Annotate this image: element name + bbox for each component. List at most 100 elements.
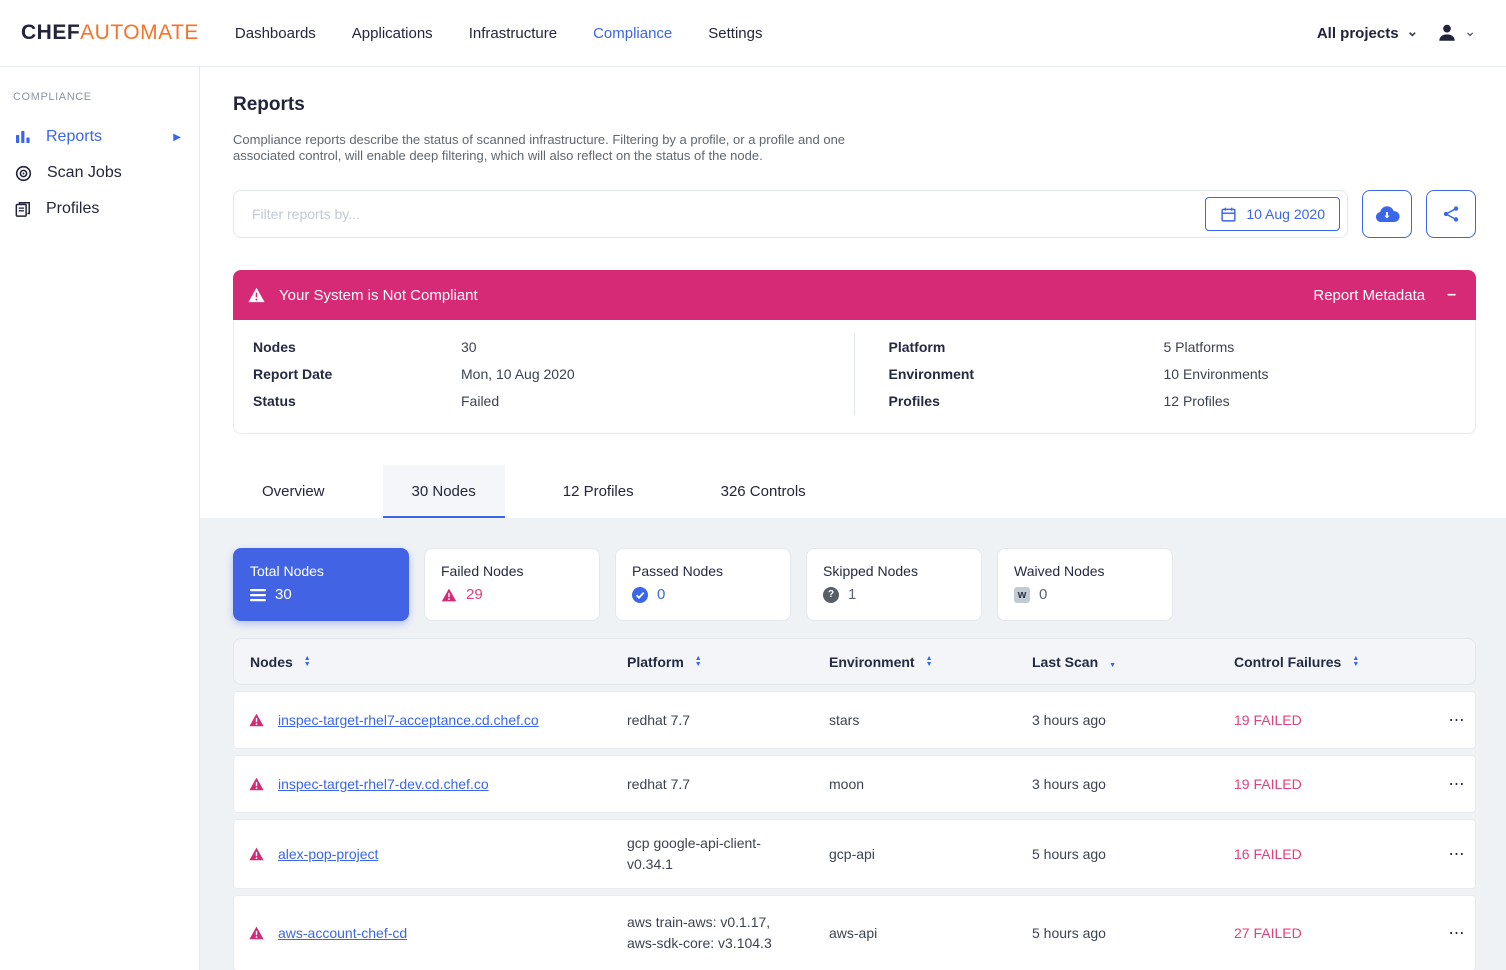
chevron-down-icon: ⌄ — [1407, 24, 1419, 38]
logo-chef-text: CHEF — [21, 21, 80, 44]
sort-last-scan-control[interactable]: ▼ — [1109, 663, 1116, 669]
waived-w-icon: w — [1014, 587, 1030, 603]
sidebar-section-label: COMPLIANCE — [13, 91, 199, 103]
table-row: aws-account-chef-cd aws train-aws: v0.1.… — [233, 895, 1476, 970]
sidebar-item-label: Reports — [46, 128, 158, 146]
sort-desc-icon: ▼ — [304, 662, 311, 668]
metadata-row: Platform 5 Platforms — [889, 334, 1476, 361]
non-compliant-banner: Your System is Not Compliant Report Meta… — [233, 270, 1476, 320]
radar-icon — [15, 165, 32, 182]
card-value: 0 — [1039, 586, 1047, 603]
tab-nodes[interactable]: 30 Nodes — [383, 465, 505, 518]
tab-profiles[interactable]: 12 Profiles — [534, 465, 663, 518]
failed-warning-icon — [249, 713, 264, 727]
metadata-value: 30 — [461, 334, 477, 361]
page-title: Reports — [233, 94, 1476, 116]
profiles-documents-icon — [15, 201, 31, 217]
metadata-value: 10 Environments — [1164, 361, 1269, 388]
node-link[interactable]: inspec-target-rhel7-dev.cd.chef.co — [278, 776, 627, 792]
column-header-label: Last Scan — [1032, 654, 1098, 670]
failed-warning-icon — [249, 926, 264, 940]
metadata-label: Profiles — [889, 388, 1164, 415]
sort-nodes-control[interactable]: ▲ ▼ — [304, 656, 311, 668]
waived-nodes-card[interactable]: Waived Nodes w 0 — [997, 548, 1173, 621]
download-report-button[interactable] — [1362, 190, 1412, 238]
sidebar-item-profiles[interactable]: Profiles — [13, 191, 199, 227]
cell-platform: aws train-aws: v0.1.17, aws-sdk-core: v3… — [627, 912, 829, 954]
nav-applications[interactable]: Applications — [352, 25, 433, 42]
nav-settings[interactable]: Settings — [708, 25, 762, 42]
sidebar-item-reports[interactable]: Reports ▶ — [13, 119, 199, 155]
report-metadata-label[interactable]: Report Metadata — [1313, 287, 1425, 304]
filter-container: 10 Aug 2020 — [233, 190, 1348, 238]
user-icon — [1436, 22, 1458, 44]
sort-failures-control[interactable]: ▲ ▼ — [1352, 656, 1359, 668]
card-label: Passed Nodes — [632, 563, 774, 579]
nav-dashboards[interactable]: Dashboards — [235, 25, 316, 42]
share-report-button[interactable] — [1426, 190, 1476, 238]
column-header-environment: Environment ▲ ▼ — [829, 654, 1032, 670]
metadata-label: Status — [253, 388, 461, 415]
column-header-platform: Platform ▲ ▼ — [627, 654, 829, 670]
warning-triangle-icon — [248, 287, 265, 303]
skipped-nodes-card[interactable]: Skipped Nodes ? 1 — [806, 548, 982, 621]
failed-nodes-card[interactable]: Failed Nodes 29 — [424, 548, 600, 621]
nodes-table: Nodes ▲ ▼ Platform ▲ ▼ E — [233, 638, 1476, 970]
cell-last-scan: 3 hours ago — [1032, 776, 1234, 792]
cell-platform: redhat 7.7 — [627, 774, 829, 795]
passed-nodes-card[interactable]: Passed Nodes 0 — [615, 548, 791, 621]
user-menu[interactable]: ⌄ — [1436, 22, 1476, 44]
projects-dropdown[interactable]: All projects ⌄ — [1317, 25, 1418, 42]
nav-compliance[interactable]: Compliance — [593, 25, 672, 42]
row-actions-menu-icon[interactable]: ⋯ — [1439, 923, 1475, 943]
sort-environment-control[interactable]: ▲ ▼ — [926, 656, 933, 668]
card-value: 1 — [848, 586, 856, 603]
cloud-download-icon — [1374, 204, 1400, 224]
metadata-body: Nodes 30 Report Date Mon, 10 Aug 2020 St… — [233, 320, 1476, 434]
node-link[interactable]: aws-account-chef-cd — [278, 925, 627, 941]
cell-environment: gcp-api — [829, 846, 1032, 862]
metadata-row: Profiles 12 Profiles — [889, 388, 1476, 415]
column-header-label: Control Failures — [1234, 654, 1341, 670]
chef-automate-logo[interactable]: CHEFAUTOMATE — [21, 21, 199, 45]
cell-control-failures: 19 FAILED — [1234, 776, 1439, 792]
cell-platform: gcp google-api-client-v0.34.1 — [627, 833, 829, 875]
metadata-row: Status Failed — [253, 388, 854, 415]
card-value: 30 — [275, 586, 292, 603]
logo-automate-text: AUTOMATE — [80, 21, 199, 44]
banner-title: Your System is Not Compliant — [279, 287, 1313, 304]
column-header-label: Nodes — [250, 654, 293, 670]
collapse-metadata-icon[interactable]: – — [1447, 286, 1456, 304]
metadata-row: Report Date Mon, 10 Aug 2020 — [253, 361, 854, 388]
sidebar-item-scan-jobs[interactable]: Scan Jobs — [13, 155, 199, 191]
sidebar-item-label: Profiles — [46, 200, 185, 218]
filter-reports-input[interactable] — [252, 206, 1205, 222]
tab-overview[interactable]: Overview — [233, 465, 354, 518]
sidebar-item-label: Scan Jobs — [47, 164, 185, 182]
date-picker-value: 10 Aug 2020 — [1246, 206, 1325, 222]
row-actions-menu-icon[interactable]: ⋯ — [1439, 710, 1475, 730]
passed-check-icon — [632, 587, 648, 603]
metadata-label: Report Date — [253, 361, 461, 388]
node-link[interactable]: alex-pop-project — [278, 846, 627, 862]
cell-last-scan: 3 hours ago — [1032, 712, 1234, 728]
table-row: alex-pop-project gcp google-api-client-v… — [233, 819, 1476, 889]
node-link[interactable]: inspec-target-rhel7-acceptance.cd.chef.c… — [278, 712, 627, 728]
metadata-label: Environment — [889, 361, 1164, 388]
row-actions-menu-icon[interactable]: ⋯ — [1439, 844, 1475, 864]
tab-controls[interactable]: 326 Controls — [692, 465, 835, 518]
metadata-value: 12 Profiles — [1164, 388, 1230, 415]
cell-environment: moon — [829, 776, 1032, 792]
report-metadata-card: Your System is Not Compliant Report Meta… — [233, 270, 1476, 434]
calendar-icon — [1220, 206, 1237, 223]
date-picker-button[interactable]: 10 Aug 2020 — [1205, 197, 1340, 231]
sort-desc-icon: ▼ — [1109, 663, 1116, 669]
metadata-row: Environment 10 Environments — [889, 361, 1476, 388]
cell-control-failures: 27 FAILED — [1234, 925, 1439, 941]
row-actions-menu-icon[interactable]: ⋯ — [1439, 774, 1475, 794]
nav-infrastructure[interactable]: Infrastructure — [469, 25, 557, 42]
sort-platform-control[interactable]: ▲ ▼ — [695, 656, 702, 668]
report-tabs: Overview 30 Nodes 12 Profiles 326 Contro… — [233, 465, 1476, 518]
cell-last-scan: 5 hours ago — [1032, 846, 1234, 862]
total-nodes-card[interactable]: Total Nodes 30 — [233, 548, 409, 621]
